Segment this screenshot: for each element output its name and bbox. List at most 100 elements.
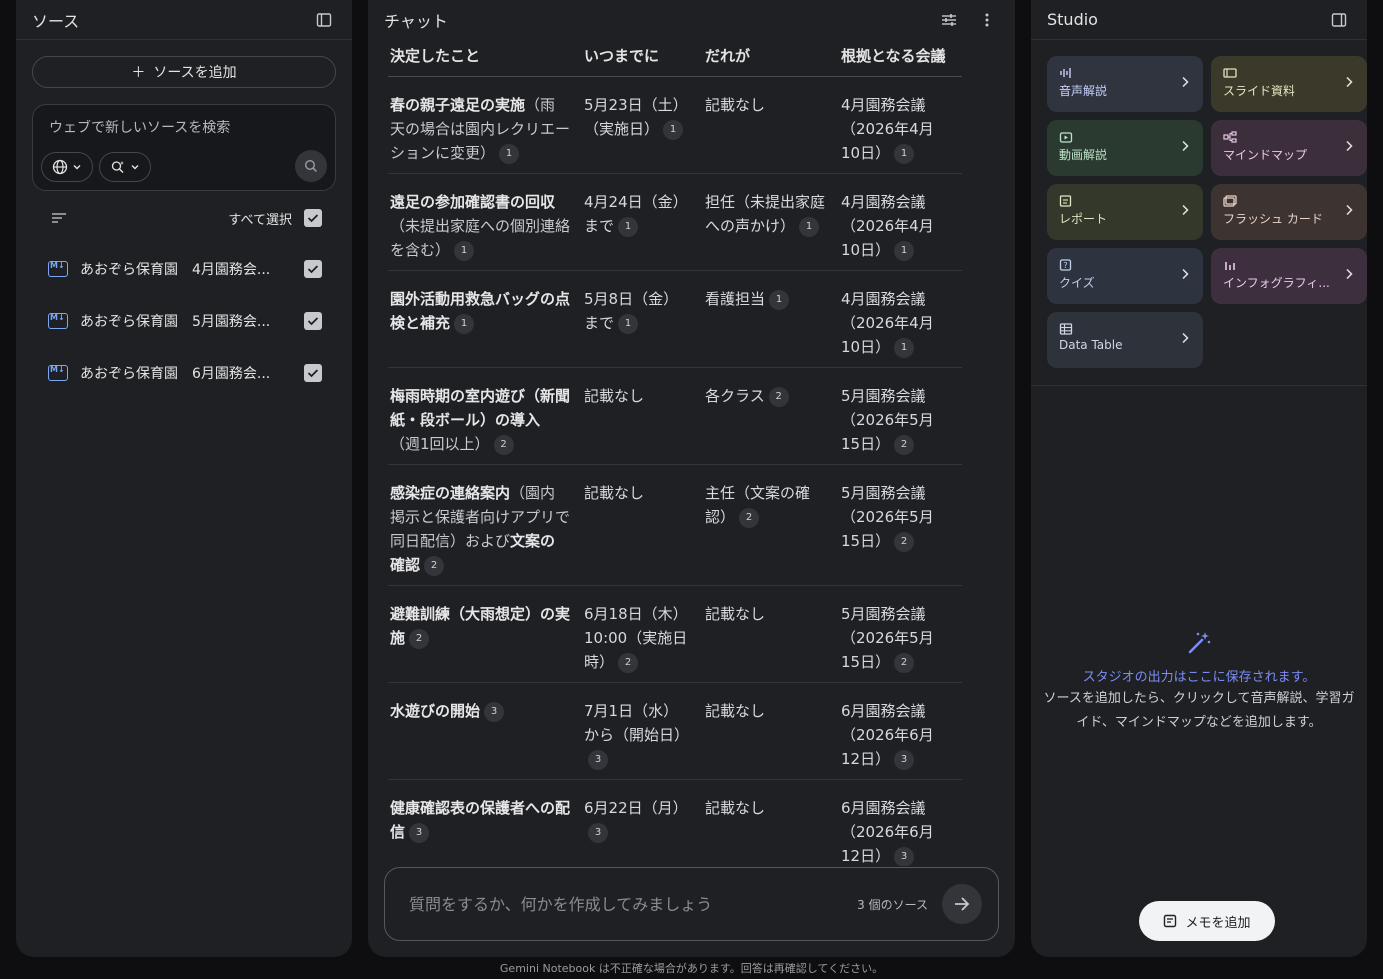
citation-badge[interactable]: 3 <box>588 822 608 843</box>
citation-badge[interactable]: 1 <box>894 143 915 164</box>
select-all-label: すべて選択 <box>228 212 292 228</box>
citation-badge[interactable]: 1 <box>894 337 915 358</box>
decision-detail: （週1回以上） <box>390 435 490 453</box>
chevron-right-icon <box>1181 332 1189 348</box>
studio-tile[interactable]: マインドマップ <box>1211 120 1367 176</box>
decision-cell: 避難訓練（大雨想定）の実施 2 <box>388 585 582 683</box>
send-button[interactable] <box>942 884 982 924</box>
citation-badge[interactable]: 2 <box>894 652 915 673</box>
citation-badge[interactable]: 2 <box>424 555 445 576</box>
web-search-input[interactable] <box>33 120 335 136</box>
check-icon <box>307 214 319 223</box>
citation-badge[interactable]: 1 <box>769 289 790 310</box>
chevron-right-icon <box>1181 268 1189 284</box>
mindmap-icon <box>1223 128 1239 143</box>
deadline-cell: 記載なし <box>582 464 703 586</box>
more-vert-icon[interactable] <box>975 8 999 32</box>
decision-title: 水遊びの開始 <box>390 702 481 720</box>
citation-badge[interactable]: 1 <box>499 143 520 164</box>
chat-input[interactable] <box>409 894 858 914</box>
column-header: いつまでに <box>582 40 703 77</box>
studio-tile[interactable]: インフォグラフィ... <box>1211 248 1367 304</box>
deadline-cell-text: 記載なし <box>584 484 645 502</box>
add-note-button[interactable]: メモを追加 <box>1139 901 1275 941</box>
studio-tile[interactable]: 音声解説 <box>1047 56 1203 112</box>
collapse-panel-icon[interactable] <box>1327 8 1351 32</box>
citation-badge[interactable]: 3 <box>588 749 608 770</box>
citation-badge[interactable]: 3 <box>484 701 505 722</box>
source-checkbox[interactable] <box>304 364 322 382</box>
studio-header: Studio <box>1031 0 1367 40</box>
decision-title: 遠足の参加確認書の回収 <box>390 193 556 211</box>
source-item[interactable]: あおぞら保育園 4月園務会... <box>48 243 322 295</box>
studio-tile-label: インフォグラフィ... <box>1223 276 1330 290</box>
citation-badge[interactable]: 3 <box>409 822 430 843</box>
add-source-button[interactable]: ＋ ソースを追加 <box>32 56 336 88</box>
source-item[interactable]: あおぞら保育園 6月園務会... <box>48 347 322 399</box>
chevron-down-icon <box>131 165 139 170</box>
search-submit-button[interactable] <box>295 150 327 182</box>
web-search-box <box>32 104 336 191</box>
column-header: 決定したこと <box>388 40 582 77</box>
check-icon <box>307 265 319 274</box>
source-checkbox[interactable] <box>304 312 322 330</box>
owner-cell: 記載なし <box>703 585 839 683</box>
chevron-right-icon <box>1181 204 1189 220</box>
citation-badge[interactable]: 1 <box>618 313 639 334</box>
owner-cell: 記載なし <box>703 779 839 866</box>
studio-tile-label: 動画解説 <box>1059 148 1108 162</box>
citation-badge[interactable]: 2 <box>894 531 915 552</box>
source-item[interactable]: あおぞら保育園 5月園務会... <box>48 295 322 347</box>
citation-badge[interactable]: 1 <box>894 240 915 261</box>
owner-cell-text: 記載なし <box>705 799 766 817</box>
deadline-cell: 記載なし <box>582 367 703 465</box>
deadline-cell: 6月18日（木）10:00（実施日時） 2 <box>582 585 703 683</box>
owner-cell-text: 記載なし <box>705 605 766 623</box>
globe-icon <box>52 159 68 175</box>
deadline-cell-text: 記載なし <box>584 387 645 405</box>
decision-title: 春の親子遠足の実施 <box>390 96 526 114</box>
audio-wave-icon <box>1059 64 1075 78</box>
studio-tile[interactable]: Data Table <box>1047 312 1203 368</box>
citation-badge[interactable]: 3 <box>894 749 915 770</box>
studio-tile[interactable]: 動画解説 <box>1047 120 1203 176</box>
source-type-dropdown[interactable] <box>41 152 93 182</box>
table-row: 健康確認表の保護者への配信 3 6月22日（月） 3 記載なし 6月園務会議（2026年6… <box>388 779 962 866</box>
citation-badge[interactable]: 1 <box>618 216 639 237</box>
decision-detail: （未提出家庭への個別連絡を含む） <box>390 217 571 259</box>
chevron-down-icon <box>73 165 81 170</box>
filter-icon[interactable] <box>52 213 66 223</box>
citation-badge[interactable]: 2 <box>493 434 514 455</box>
select-all-row: すべて選択 <box>52 207 322 229</box>
chat-composer: 3 個のソース <box>384 867 999 941</box>
table-row: 避難訓練（大雨想定）の実施 2 6月18日（木）10:00（実施日時） 2 記載なし 5月… <box>388 585 962 683</box>
citation-badge[interactable]: 2 <box>409 628 430 649</box>
tune-settings-icon[interactable] <box>937 8 961 32</box>
table-row: 梅雨時期の室内遊び（新聞紙・段ボール）の導入（週1回以上） 2 記載なし 各クラス 2 5… <box>388 367 962 465</box>
studio-empty-state: スタジオの出力はここに保存されます。 ソースを追加したら、クリックして音声解説、… <box>1031 630 1367 735</box>
decision-cell: 健康確認表の保護者への配信 3 <box>388 779 582 866</box>
disclaimer-footer: Gemini Notebook は不正確な場合があります。回答は再確認してくださ… <box>499 962 884 975</box>
citation-badge[interactable]: 1 <box>799 216 820 237</box>
chat-title: チャット <box>384 12 448 31</box>
deadline-cell: 5月23日（土）（実施日） 1 <box>582 76 703 174</box>
select-all-checkbox[interactable] <box>304 209 322 227</box>
citation-badge[interactable]: 1 <box>454 313 475 334</box>
studio-tile[interactable]: ? クイズ <box>1047 248 1203 304</box>
collapse-panel-icon[interactable] <box>312 8 336 32</box>
basis-cell: 5月園務会議（2026年5月15日） 2 <box>839 367 962 465</box>
studio-tile[interactable]: レポート <box>1047 184 1203 240</box>
studio-tile[interactable]: スライド資料 <box>1211 56 1367 112</box>
research-mode-dropdown[interactable] <box>99 152 151 182</box>
citation-badge[interactable]: 2 <box>618 652 639 673</box>
citation-badge[interactable]: 2 <box>894 434 915 455</box>
studio-tile[interactable]: フラッシュ カード <box>1211 184 1367 240</box>
citation-badge[interactable]: 3 <box>894 846 915 866</box>
chevron-right-icon <box>1345 76 1353 92</box>
citation-badge[interactable]: 2 <box>768 386 789 407</box>
citation-badge[interactable]: 1 <box>454 240 475 261</box>
citation-badge[interactable]: 2 <box>739 507 760 528</box>
studio-tile-label: マインドマップ <box>1223 148 1308 162</box>
source-checkbox[interactable] <box>304 260 322 278</box>
citation-badge[interactable]: 1 <box>663 119 684 140</box>
